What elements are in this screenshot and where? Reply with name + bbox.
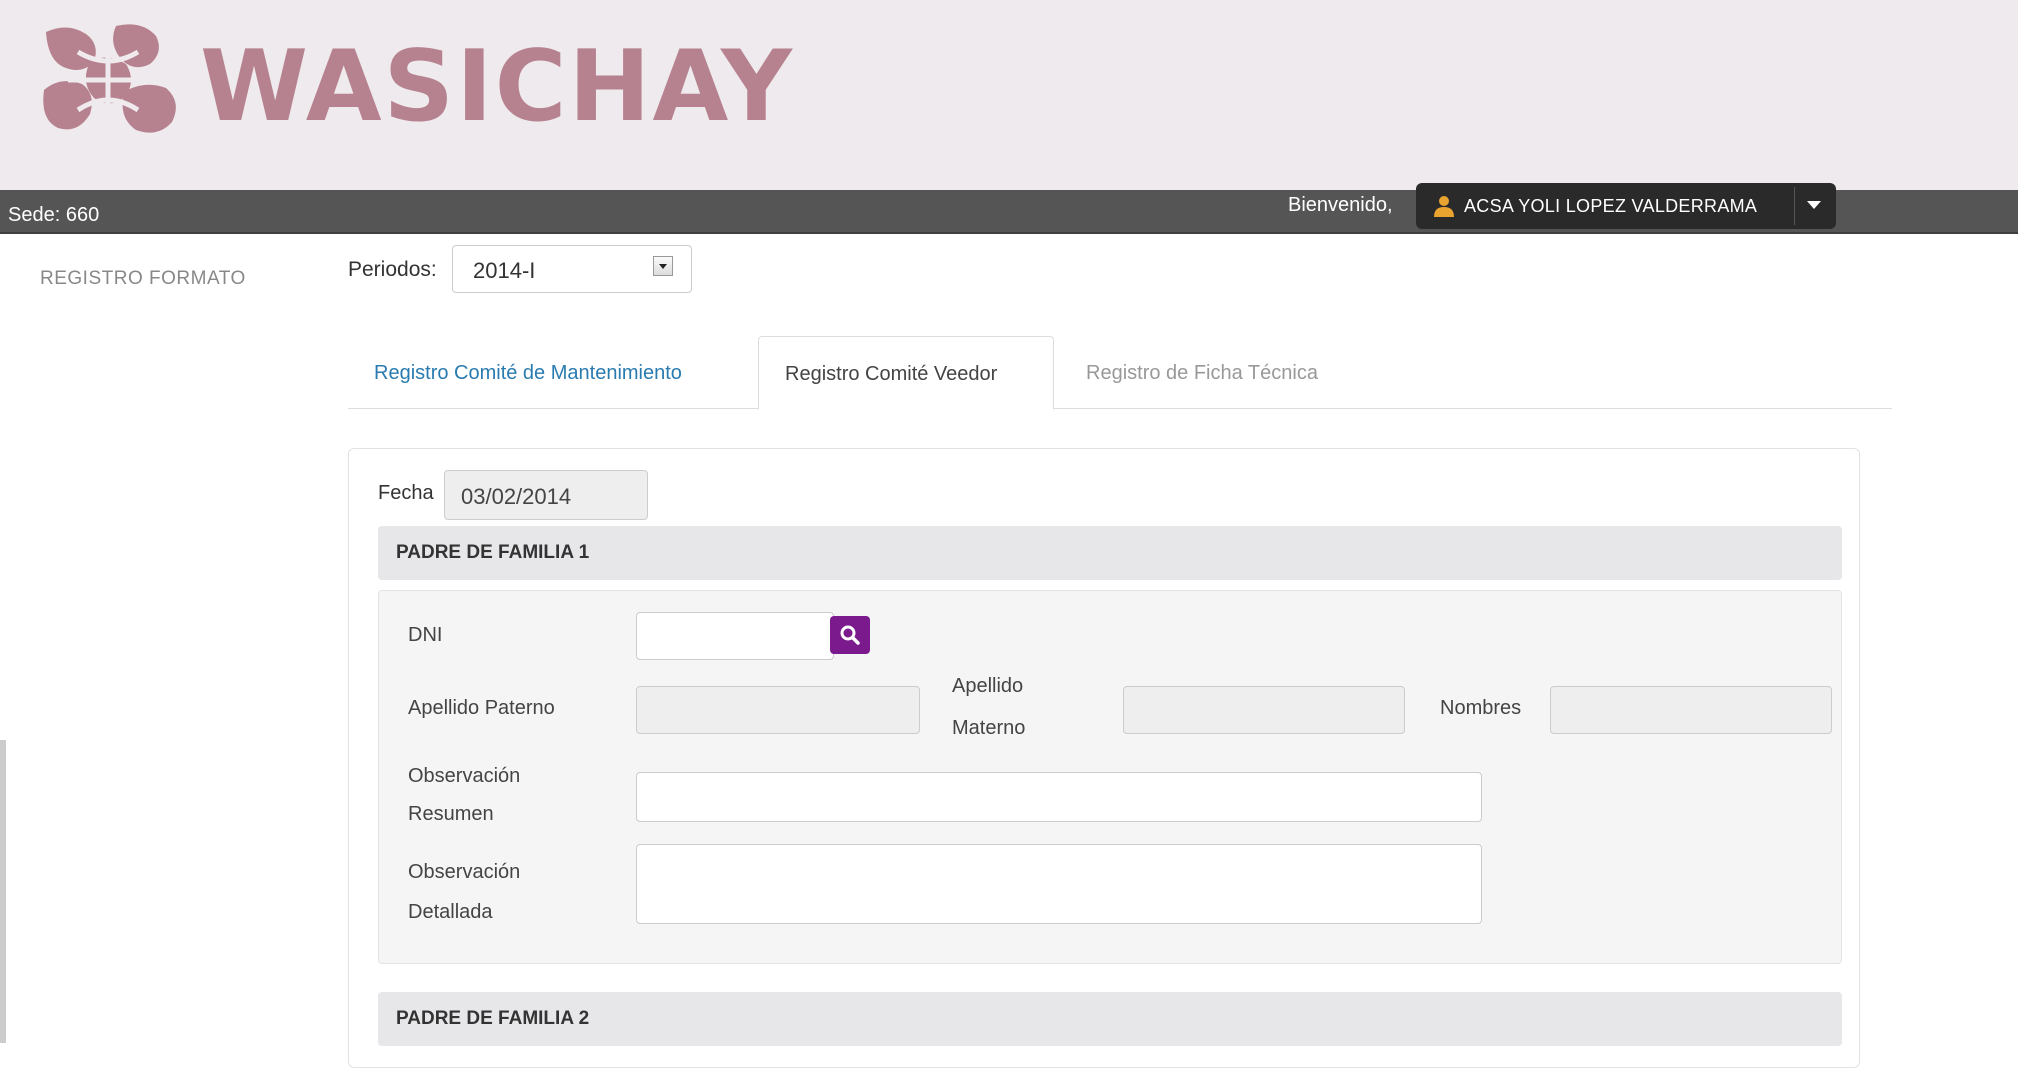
tab-registro-ficha-tecnica[interactable]: Registro de Ficha Técnica	[1056, 336, 1376, 409]
section-header-padre-1: PADRE DE FAMILIA 1	[378, 526, 1842, 580]
app-logo-text: WASICHAY	[200, 30, 794, 144]
dni-label: DNI	[408, 624, 443, 646]
obs-resumen-input[interactable]	[636, 772, 1482, 822]
logo-icon	[38, 22, 188, 147]
apellido-materno-label-line2: Materno	[952, 717, 1026, 739]
sidebar-title: REGISTRO FORMATO	[40, 268, 246, 289]
fecha-label: Fecha	[378, 482, 434, 504]
welcome-label: Bienvenido,	[1288, 194, 1393, 216]
apellido-paterno-field	[636, 686, 920, 734]
apellido-materno-field	[1123, 686, 1405, 734]
tab-label: Registro de Ficha Técnica	[1086, 362, 1318, 384]
window-edge-shadow	[0, 740, 6, 1043]
tab-label: Registro Comité de Mantenimiento	[374, 362, 682, 384]
button-separator	[1794, 187, 1795, 225]
periodos-selected-value: 2014-I	[473, 258, 536, 283]
obs-resumen-label-line1: Observación	[408, 765, 521, 787]
dni-input[interactable]	[636, 612, 834, 660]
tab-label: Registro Comité Veedor	[785, 363, 998, 385]
caret-down-icon[interactable]	[1807, 201, 1821, 209]
dni-search-button[interactable]	[830, 616, 870, 654]
obs-detallada-label-line2: Detallada	[408, 901, 493, 923]
tab-registro-comite-veedor[interactable]: Registro Comité Veedor	[758, 336, 1054, 410]
periodos-select[interactable]: 2014-I	[452, 245, 692, 293]
tab-registro-comite-mantenimiento[interactable]: Registro Comité de Mantenimiento	[348, 336, 756, 409]
section-title: PADRE DE FAMILIA 2	[396, 1008, 590, 1029]
section-header-padre-2: PADRE DE FAMILIA 2	[378, 992, 1842, 1046]
user-menu-button[interactable]: ACSA YOLI LOPEZ VALDERRAMA	[1416, 183, 1836, 229]
periodos-label: Periodos:	[348, 258, 437, 281]
user-name: ACSA YOLI LOPEZ VALDERRAMA	[1464, 195, 1758, 216]
nombres-label: Nombres	[1440, 697, 1522, 719]
dropdown-arrow-icon[interactable]	[653, 256, 673, 276]
user-icon	[1434, 196, 1454, 217]
sede-label: Sede: 660	[8, 204, 100, 226]
apellido-paterno-label: Apellido Paterno	[408, 697, 555, 719]
app-header: WASICHAY	[0, 0, 2018, 190]
section-title: PADRE DE FAMILIA 1	[396, 542, 590, 563]
fecha-value: 03/02/2014	[461, 484, 572, 509]
search-icon	[840, 625, 860, 645]
fecha-field: 03/02/2014	[444, 470, 648, 520]
obs-detallada-label-line1: Observación	[408, 861, 521, 883]
obs-detallada-textarea[interactable]	[636, 844, 1482, 924]
apellido-materno-label-line1: Apellido	[952, 675, 1024, 697]
obs-resumen-label-line2: Resumen	[408, 803, 494, 825]
nombres-field	[1550, 686, 1832, 734]
